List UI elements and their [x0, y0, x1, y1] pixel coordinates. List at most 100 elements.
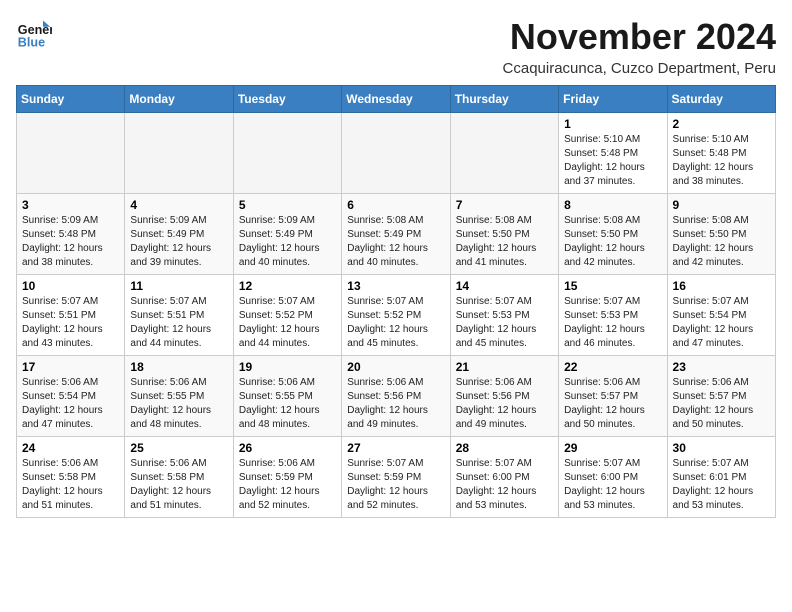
day-number: 1 — [564, 117, 661, 131]
weekday-header-row: SundayMondayTuesdayWednesdayThursdayFrid… — [17, 86, 776, 113]
day-cell: 2 Sunrise: 5:10 AM Sunset: 5:48 PM Daylig… — [667, 113, 775, 194]
day-cell: 9 Sunrise: 5:08 AM Sunset: 5:50 PM Daylig… — [667, 194, 775, 275]
day-detail: Sunrise: 5:07 AM Sunset: 5:52 PM Dayligh… — [347, 296, 428, 349]
week-row-3: 10 Sunrise: 5:07 AM Sunset: 5:51 PM Dayli… — [17, 275, 776, 356]
day-detail: Sunrise: 5:07 AM Sunset: 5:54 PM Dayligh… — [673, 296, 754, 349]
day-number: 19 — [239, 360, 336, 374]
weekday-thursday: Thursday — [450, 86, 558, 113]
day-detail: Sunrise: 5:08 AM Sunset: 5:50 PM Dayligh… — [564, 215, 645, 268]
day-number: 29 — [564, 441, 661, 455]
day-number: 3 — [22, 198, 119, 212]
day-detail: Sunrise: 5:06 AM Sunset: 5:58 PM Dayligh… — [130, 458, 211, 511]
day-number: 28 — [456, 441, 553, 455]
day-number: 8 — [564, 198, 661, 212]
day-detail: Sunrise: 5:07 AM Sunset: 6:00 PM Dayligh… — [456, 458, 537, 511]
day-detail: Sunrise: 5:07 AM Sunset: 5:51 PM Dayligh… — [22, 296, 103, 349]
svg-text:Blue: Blue — [18, 36, 45, 50]
day-detail: Sunrise: 5:06 AM Sunset: 5:57 PM Dayligh… — [564, 377, 645, 430]
day-number: 11 — [130, 279, 227, 293]
day-number: 14 — [456, 279, 553, 293]
day-cell — [17, 113, 125, 194]
day-cell: 28 Sunrise: 5:07 AM Sunset: 6:00 PM Dayli… — [450, 437, 558, 518]
day-cell: 23 Sunrise: 5:06 AM Sunset: 5:57 PM Dayli… — [667, 356, 775, 437]
title-area: November 2024 Ccaquiracunca, Cuzco Depar… — [503, 16, 776, 77]
day-cell — [125, 113, 233, 194]
week-row-1: 1 Sunrise: 5:10 AM Sunset: 5:48 PM Daylig… — [17, 113, 776, 194]
logo-icon: General Blue — [16, 16, 52, 52]
day-number: 21 — [456, 360, 553, 374]
day-cell: 16 Sunrise: 5:07 AM Sunset: 5:54 PM Dayli… — [667, 275, 775, 356]
day-cell — [342, 113, 450, 194]
day-number: 15 — [564, 279, 661, 293]
day-detail: Sunrise: 5:07 AM Sunset: 6:01 PM Dayligh… — [673, 458, 754, 511]
day-cell: 4 Sunrise: 5:09 AM Sunset: 5:49 PM Daylig… — [125, 194, 233, 275]
day-number: 16 — [673, 279, 770, 293]
day-number: 18 — [130, 360, 227, 374]
day-number: 17 — [22, 360, 119, 374]
day-cell: 8 Sunrise: 5:08 AM Sunset: 5:50 PM Daylig… — [559, 194, 667, 275]
day-detail: Sunrise: 5:07 AM Sunset: 5:52 PM Dayligh… — [239, 296, 320, 349]
day-number: 23 — [673, 360, 770, 374]
day-cell: 17 Sunrise: 5:06 AM Sunset: 5:54 PM Dayli… — [17, 356, 125, 437]
day-number: 2 — [673, 117, 770, 131]
day-cell: 13 Sunrise: 5:07 AM Sunset: 5:52 PM Dayli… — [342, 275, 450, 356]
day-cell: 1 Sunrise: 5:10 AM Sunset: 5:48 PM Daylig… — [559, 113, 667, 194]
day-cell: 5 Sunrise: 5:09 AM Sunset: 5:49 PM Daylig… — [233, 194, 341, 275]
day-detail: Sunrise: 5:07 AM Sunset: 5:51 PM Dayligh… — [130, 296, 211, 349]
weekday-wednesday: Wednesday — [342, 86, 450, 113]
day-cell — [450, 113, 558, 194]
day-detail: Sunrise: 5:06 AM Sunset: 5:55 PM Dayligh… — [130, 377, 211, 430]
day-number: 4 — [130, 198, 227, 212]
day-detail: Sunrise: 5:06 AM Sunset: 5:58 PM Dayligh… — [22, 458, 103, 511]
header: General Blue November 2024 Ccaquiracunca… — [16, 16, 776, 77]
day-number: 10 — [22, 279, 119, 293]
day-detail: Sunrise: 5:06 AM Sunset: 5:57 PM Dayligh… — [673, 377, 754, 430]
day-detail: Sunrise: 5:09 AM Sunset: 5:49 PM Dayligh… — [239, 215, 320, 268]
calendar-table: SundayMondayTuesdayWednesdayThursdayFrid… — [16, 85, 776, 518]
day-detail: Sunrise: 5:07 AM Sunset: 5:59 PM Dayligh… — [347, 458, 428, 511]
day-cell: 19 Sunrise: 5:06 AM Sunset: 5:55 PM Dayli… — [233, 356, 341, 437]
logo: General Blue — [16, 16, 52, 52]
day-detail: Sunrise: 5:08 AM Sunset: 5:50 PM Dayligh… — [456, 215, 537, 268]
day-cell: 3Sunrise: 5:09 AM Sunset: 5:48 PM Daylig… — [17, 194, 125, 275]
day-cell: 26Sunrise: 5:06 AM Sunset: 5:59 PM Dayli… — [233, 437, 341, 518]
day-cell: 27Sunrise: 5:07 AM Sunset: 5:59 PM Dayli… — [342, 437, 450, 518]
day-number: 24 — [22, 441, 119, 455]
day-cell: 25 Sunrise: 5:06 AM Sunset: 5:58 PM Dayli… — [125, 437, 233, 518]
week-row-5: 24 Sunrise: 5:06 AM Sunset: 5:58 PM Dayli… — [17, 437, 776, 518]
day-cell: 11 Sunrise: 5:07 AM Sunset: 5:51 PM Dayli… — [125, 275, 233, 356]
day-detail: Sunrise: 5:10 AM Sunset: 5:48 PM Dayligh… — [673, 134, 754, 187]
day-cell: 7Sunrise: 5:08 AM Sunset: 5:50 PM Daylig… — [450, 194, 558, 275]
day-detail: Sunrise: 5:10 AM Sunset: 5:48 PM Dayligh… — [564, 134, 645, 187]
weekday-monday: Monday — [125, 86, 233, 113]
day-number: 30 — [673, 441, 770, 455]
day-detail: Sunrise: 5:07 AM Sunset: 5:53 PM Dayligh… — [456, 296, 537, 349]
day-number: 13 — [347, 279, 444, 293]
day-cell: 29Sunrise: 5:07 AM Sunset: 6:00 PM Dayli… — [559, 437, 667, 518]
location-title: Ccaquiracunca, Cuzco Department, Peru — [503, 60, 776, 77]
calendar-body: 1 Sunrise: 5:10 AM Sunset: 5:48 PM Daylig… — [17, 113, 776, 518]
day-cell: 10 Sunrise: 5:07 AM Sunset: 5:51 PM Dayli… — [17, 275, 125, 356]
day-detail: Sunrise: 5:06 AM Sunset: 5:56 PM Dayligh… — [347, 377, 428, 430]
day-cell: 30 Sunrise: 5:07 AM Sunset: 6:01 PM Dayli… — [667, 437, 775, 518]
day-number: 5 — [239, 198, 336, 212]
day-cell: 12Sunrise: 5:07 AM Sunset: 5:52 PM Dayli… — [233, 275, 341, 356]
weekday-sunday: Sunday — [17, 86, 125, 113]
day-number: 22 — [564, 360, 661, 374]
day-cell: 21Sunrise: 5:06 AM Sunset: 5:56 PM Dayli… — [450, 356, 558, 437]
day-detail: Sunrise: 5:06 AM Sunset: 5:55 PM Dayligh… — [239, 377, 320, 430]
day-number: 25 — [130, 441, 227, 455]
day-cell: 24 Sunrise: 5:06 AM Sunset: 5:58 PM Dayli… — [17, 437, 125, 518]
day-number: 6 — [347, 198, 444, 212]
day-detail: Sunrise: 5:09 AM Sunset: 5:49 PM Dayligh… — [130, 215, 211, 268]
weekday-tuesday: Tuesday — [233, 86, 341, 113]
day-detail: Sunrise: 5:06 AM Sunset: 5:59 PM Dayligh… — [239, 458, 320, 511]
day-cell: 20Sunrise: 5:06 AM Sunset: 5:56 PM Dayli… — [342, 356, 450, 437]
week-row-4: 17 Sunrise: 5:06 AM Sunset: 5:54 PM Dayli… — [17, 356, 776, 437]
day-cell: 6Sunrise: 5:08 AM Sunset: 5:49 PM Daylig… — [342, 194, 450, 275]
day-number: 9 — [673, 198, 770, 212]
day-detail: Sunrise: 5:06 AM Sunset: 5:54 PM Dayligh… — [22, 377, 103, 430]
day-cell — [233, 113, 341, 194]
month-title: November 2024 — [503, 16, 776, 58]
day-detail: Sunrise: 5:08 AM Sunset: 5:50 PM Dayligh… — [673, 215, 754, 268]
